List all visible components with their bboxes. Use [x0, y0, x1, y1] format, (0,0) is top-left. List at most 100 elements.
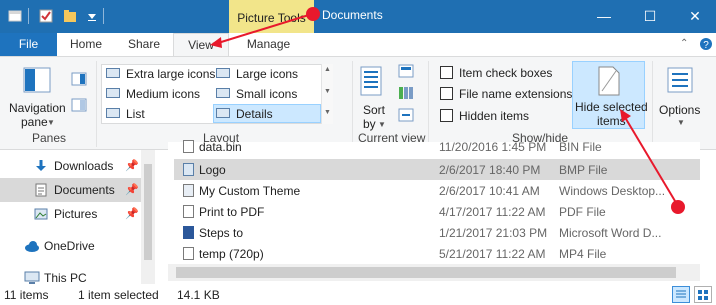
hide-selected-label-2: items: [597, 114, 626, 128]
large-icons-view-icon: [698, 290, 708, 300]
file-row[interactable]: My Custom Theme 2/6/2017 10:41 AM Window…: [174, 180, 700, 201]
medium-icons-icon: [106, 88, 120, 98]
file-list-horizontal-scrollbar[interactable]: [168, 264, 700, 281]
video-file-icon: [183, 247, 194, 260]
file-name: temp (720p): [199, 247, 264, 261]
details-pane-icon[interactable]: [71, 98, 87, 115]
tab-file[interactable]: File: [0, 33, 57, 56]
hidden-items-checkbox[interactable]: [440, 109, 453, 122]
scroll-thumb[interactable]: [176, 267, 676, 278]
download-icon: [34, 159, 48, 173]
pin-icon[interactable]: 📌: [125, 159, 139, 172]
navigation-pane: Downloads 📌 Documents 📌 Pictures 📌 OneDr…: [0, 150, 155, 285]
collapse-ribbon-icon[interactable]: ⌃: [680, 38, 688, 49]
cloud-icon: [24, 239, 39, 253]
maximize-button[interactable]: ☐: [627, 0, 673, 33]
large-icons-view-button[interactable]: [694, 286, 712, 303]
sort-label-2: by: [363, 117, 376, 131]
pin-icon[interactable]: 📌: [125, 207, 139, 220]
layout-small-icons[interactable]: Small icons: [236, 87, 297, 101]
group-separator: [352, 61, 353, 147]
close-button[interactable]: ✕: [672, 0, 716, 33]
tab-view[interactable]: View: [173, 33, 229, 56]
customize-toolbar-icon[interactable]: [85, 9, 99, 23]
file-icon: [183, 140, 194, 153]
file-row-selected[interactable]: Logo 2/6/2017 18:40 PM BMP File: [174, 159, 700, 180]
file-date: 5/21/2017 11:22 AM: [439, 247, 546, 261]
tab-home[interactable]: Home: [57, 33, 115, 56]
add-columns-icon[interactable]: [398, 85, 418, 104]
layout-extra-large-icons[interactable]: Extra large icons: [126, 67, 215, 81]
details-view-button[interactable]: [672, 286, 690, 303]
file-type: Microsoft Word D...: [559, 226, 662, 240]
file-type: PDF File: [559, 205, 606, 219]
tab-share[interactable]: Share: [115, 33, 173, 56]
nav-item-downloads[interactable]: Downloads 📌: [0, 154, 141, 178]
toolbar-divider: [28, 8, 29, 24]
chevron-down-icon: ▼: [47, 118, 55, 127]
hide-selected-items-button[interactable]: Hide selected items: [572, 61, 648, 129]
pin-icon[interactable]: 📌: [125, 183, 139, 196]
annotation-dot: [671, 200, 685, 214]
properties-icon[interactable]: [39, 9, 53, 23]
details-view-icon: [676, 290, 686, 298]
help-icon[interactable]: ?: [699, 37, 713, 54]
sort-icon: [359, 65, 387, 100]
group-by-icon[interactable]: [398, 63, 418, 82]
sort-by-button[interactable]: Sort by ▼: [356, 61, 390, 131]
preview-pane-icon[interactable]: [71, 72, 87, 89]
layout-medium-icons[interactable]: Medium icons: [126, 87, 200, 101]
file-row[interactable]: Print to PDF 4/17/2017 11:22 AM PDF File: [174, 201, 700, 222]
layout-large-icons[interactable]: Large icons: [236, 67, 298, 81]
file-date: 1/21/2017 21:03 PM: [439, 226, 548, 240]
ribbon-tabs: File Home Share View Manage ⌃ ?: [0, 33, 716, 56]
extra-large-icons-icon: [106, 68, 120, 78]
nav-item-label: This PC: [44, 271, 87, 285]
file-list: data.bin 11/20/2016 1:45 PM BIN File Log…: [168, 140, 700, 264]
annotation-dot: [306, 7, 320, 21]
status-bar: 11 items 1 item selected 14.1 KB: [0, 284, 716, 305]
nav-item-onedrive[interactable]: OneDrive: [0, 234, 141, 258]
new-folder-icon[interactable]: [63, 9, 77, 23]
nav-item-label: Documents: [54, 183, 115, 197]
options-button[interactable]: Options ▼: [656, 61, 706, 129]
file-row[interactable]: data.bin 11/20/2016 1:45 PM BIN File: [174, 136, 700, 157]
selection-size: 14.1 KB: [177, 288, 220, 302]
navigation-pane-scrollbar[interactable]: [141, 150, 155, 284]
file-type: Windows Desktop...: [559, 184, 666, 198]
expand-icon[interactable]: ▼: [324, 109, 331, 116]
tab-manage[interactable]: Manage: [231, 33, 306, 56]
chevron-up-icon[interactable]: ▲: [324, 66, 331, 73]
file-name-extensions-checkbox[interactable]: [440, 87, 453, 100]
scroll-thumb[interactable]: [144, 164, 152, 260]
layout-details[interactable]: Details: [236, 107, 273, 121]
file-date: 11/20/2016 1:45 PM: [439, 140, 547, 154]
small-icons-icon: [216, 88, 230, 98]
picture-tools-contextual-tab: Picture Tools: [229, 0, 314, 33]
app-icon: [8, 9, 22, 23]
item-check-boxes-checkbox[interactable]: [440, 66, 453, 79]
file-name-extensions-label[interactable]: File name extensions: [459, 87, 572, 101]
file-type: BMP File: [559, 163, 608, 177]
options-label: Options: [659, 103, 701, 117]
minimize-button[interactable]: —: [581, 0, 627, 33]
selection-info: 1 item selected: [78, 288, 159, 302]
navigation-pane-button[interactable]: Navigation pane ▼: [4, 61, 70, 129]
file-row[interactable]: temp (720p) 5/21/2017 11:22 AM MP4 File: [174, 243, 700, 264]
item-check-boxes-label[interactable]: Item check boxes: [459, 66, 552, 80]
pdf-file-icon: [183, 205, 194, 218]
computer-icon: [24, 271, 40, 285]
chevron-down-icon: ▼: [378, 120, 386, 129]
file-row[interactable]: Steps to 1/21/2017 21:03 PM Microsoft Wo…: [174, 222, 700, 243]
nav-item-pictures[interactable]: Pictures 📌: [0, 202, 141, 226]
navigation-pane-icon: [23, 65, 53, 98]
svg-text:?: ?: [703, 40, 709, 51]
layout-list[interactable]: List: [126, 107, 145, 121]
hide-selected-icon: [597, 66, 621, 99]
nav-item-documents[interactable]: Documents 📌: [0, 178, 141, 202]
layout-gallery-scroll[interactable]: ▲ ▼ ▼: [321, 64, 333, 124]
size-columns-icon[interactable]: [398, 107, 418, 126]
file-name: Logo: [199, 163, 226, 177]
chevron-down-icon[interactable]: ▼: [324, 88, 331, 95]
hidden-items-label[interactable]: Hidden items: [459, 109, 529, 123]
